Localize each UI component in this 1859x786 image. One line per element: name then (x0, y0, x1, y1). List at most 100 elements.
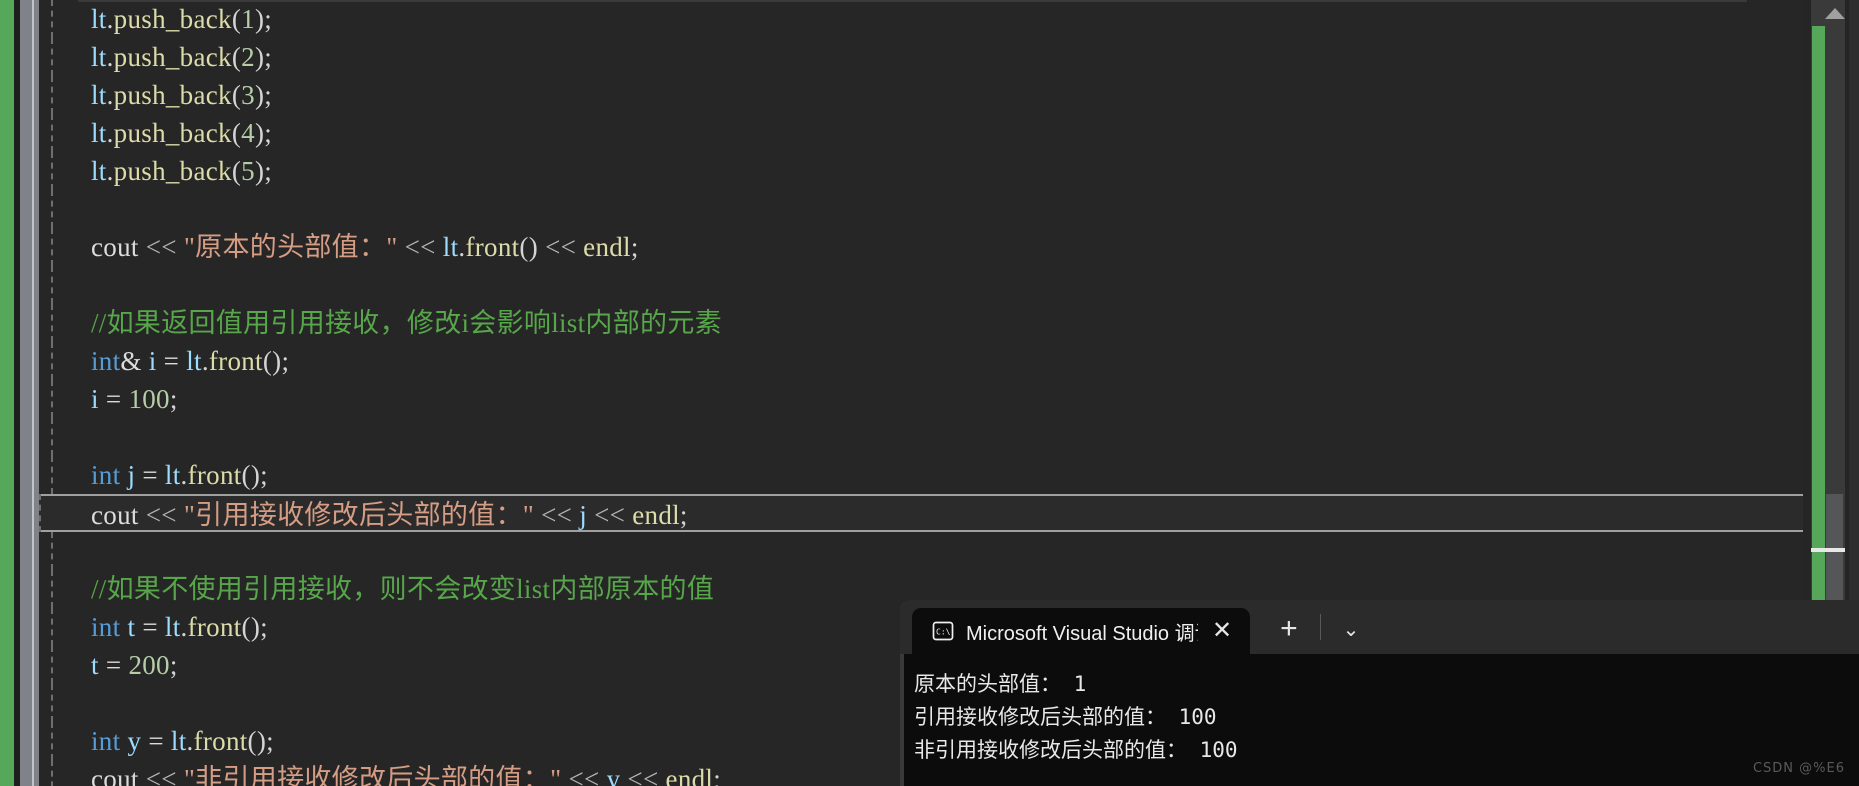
code-token: lt (442, 232, 459, 262)
indent-guide (51, 570, 53, 608)
terminal-output[interactable]: 原本的头部值： 1 引用接收修改后头部的值： 100 非引用接收修改后头部的值： 1… (900, 654, 1859, 786)
code-line[interactable] (39, 418, 1803, 456)
code-line[interactable]: int j = lt.front(); (39, 456, 1803, 494)
code-token: ( (231, 118, 242, 148)
code-token: () (519, 232, 539, 262)
code-token: push_back (113, 80, 232, 110)
code-token: ; (169, 384, 178, 414)
code-token: 5 (241, 156, 255, 186)
terminal-panel[interactable]: C:\ Microsoft Visual Studio 调试控 ✕ + ⌄ 原本… (900, 600, 1859, 786)
terminal-tab-title: Microsoft Visual Studio 调试控 (966, 622, 1198, 645)
code-token: i (91, 384, 106, 414)
code-token: j (579, 500, 588, 530)
code-token: t (91, 650, 106, 680)
code-token: y (120, 726, 149, 756)
code-token: push_back (113, 42, 232, 72)
code-line[interactable]: lt.push_back(3); (39, 76, 1803, 114)
code-token: cout (91, 500, 146, 530)
code-token: lt (91, 4, 107, 34)
code-token: . (180, 612, 188, 642)
indent-guide (51, 456, 53, 494)
code-line[interactable] (39, 266, 1803, 304)
code-token: front (208, 346, 263, 376)
code-token: ; (264, 80, 273, 110)
code-token: endl (583, 232, 631, 262)
code-token: = (105, 384, 129, 414)
indent-guide (51, 76, 53, 114)
code-line[interactable] (39, 190, 1803, 228)
code-token: . (106, 42, 114, 72)
code-token: "非引用接收修改后头部的值：" (183, 764, 562, 786)
indent-guide (51, 228, 53, 266)
code-line[interactable]: //如果返回值用引用接收，修改i会影响list内部的元素 (39, 304, 1803, 342)
code-line[interactable]: lt.push_back(5); (39, 152, 1803, 190)
code-token: ; (281, 346, 290, 376)
code-token: ; (264, 4, 273, 34)
code-token: int (91, 726, 121, 756)
triangle-up-icon[interactable] (1825, 8, 1845, 19)
code-token: ) (254, 42, 265, 72)
code-token: endl (632, 500, 680, 530)
code-token: . (106, 156, 114, 186)
code-line[interactable]: lt.push_back(4); (39, 114, 1803, 152)
code-token: lt (91, 80, 107, 110)
scrollbar-caret-marker (1811, 548, 1845, 552)
code-token: & (120, 346, 149, 376)
code-line[interactable] (39, 532, 1803, 570)
code-token: lt (164, 460, 181, 490)
code-token: int (91, 612, 121, 642)
code-token: push_back (113, 4, 232, 34)
code-token: "引用接收修改后头部的值：" (183, 500, 535, 530)
code-token: ( (231, 4, 242, 34)
code-token: i (148, 346, 164, 376)
console-cmd-icon: C:\ (930, 618, 956, 644)
code-line[interactable]: cout << "原本的头部值：" << lt.front() << endl; (39, 228, 1803, 266)
indent-guide (51, 532, 53, 570)
code-token: . (106, 118, 114, 148)
code-token: << (620, 764, 666, 786)
code-token: () (247, 726, 267, 756)
chevron-down-icon[interactable]: ⌄ (1343, 617, 1360, 642)
code-token: ) (254, 156, 265, 186)
code-token: 3 (241, 80, 255, 110)
code-token: cout (91, 232, 146, 262)
code-token: 1 (241, 4, 255, 34)
code-token: . (106, 80, 114, 110)
code-token: << (397, 232, 443, 262)
code-token: j (120, 460, 143, 490)
code-token: << (145, 764, 184, 786)
code-line[interactable]: lt.push_back(2); (39, 38, 1803, 76)
new-terminal-tab-button[interactable]: + (1280, 614, 1298, 644)
svg-text:C:\: C:\ (936, 628, 951, 637)
gutter-fold-column-a[interactable] (20, 0, 32, 786)
code-line[interactable]: i = 100; (39, 380, 1803, 418)
code-token: 100 (128, 384, 170, 414)
code-token: ) (254, 118, 265, 148)
terminal-tab-active[interactable]: C:\ Microsoft Visual Studio 调试控 ✕ (912, 608, 1251, 654)
code-line-current[interactable]: cout << "引用接收修改后头部的值：" << j << endl; (39, 494, 1803, 532)
scrollbar-change-marker (1812, 26, 1825, 676)
indent-guide (51, 266, 53, 304)
code-token: int (91, 460, 121, 490)
code-line[interactable]: lt.push_back(1); (39, 0, 1803, 38)
code-line[interactable]: int& i = lt.front(); (39, 342, 1803, 380)
code-token: ; (260, 612, 268, 642)
indent-guide (51, 152, 53, 190)
code-token: front (193, 726, 248, 756)
code-token: ; (264, 42, 273, 72)
indent-guide (51, 342, 53, 380)
code-token: push_back (113, 118, 232, 148)
gutter-change-indicator-bar (0, 0, 14, 786)
code-token: ) (254, 80, 265, 110)
code-token: () (262, 346, 282, 376)
close-icon[interactable]: ✕ (1208, 619, 1236, 643)
code-token: cout (91, 764, 146, 786)
code-token: ; (266, 726, 274, 756)
code-token: () (241, 460, 261, 490)
code-token: y (606, 764, 621, 786)
code-token: . (106, 4, 114, 34)
code-token: << (534, 500, 580, 530)
code-token: front (465, 232, 520, 262)
indent-guide (51, 0, 53, 38)
code-token: lt (91, 118, 107, 148)
